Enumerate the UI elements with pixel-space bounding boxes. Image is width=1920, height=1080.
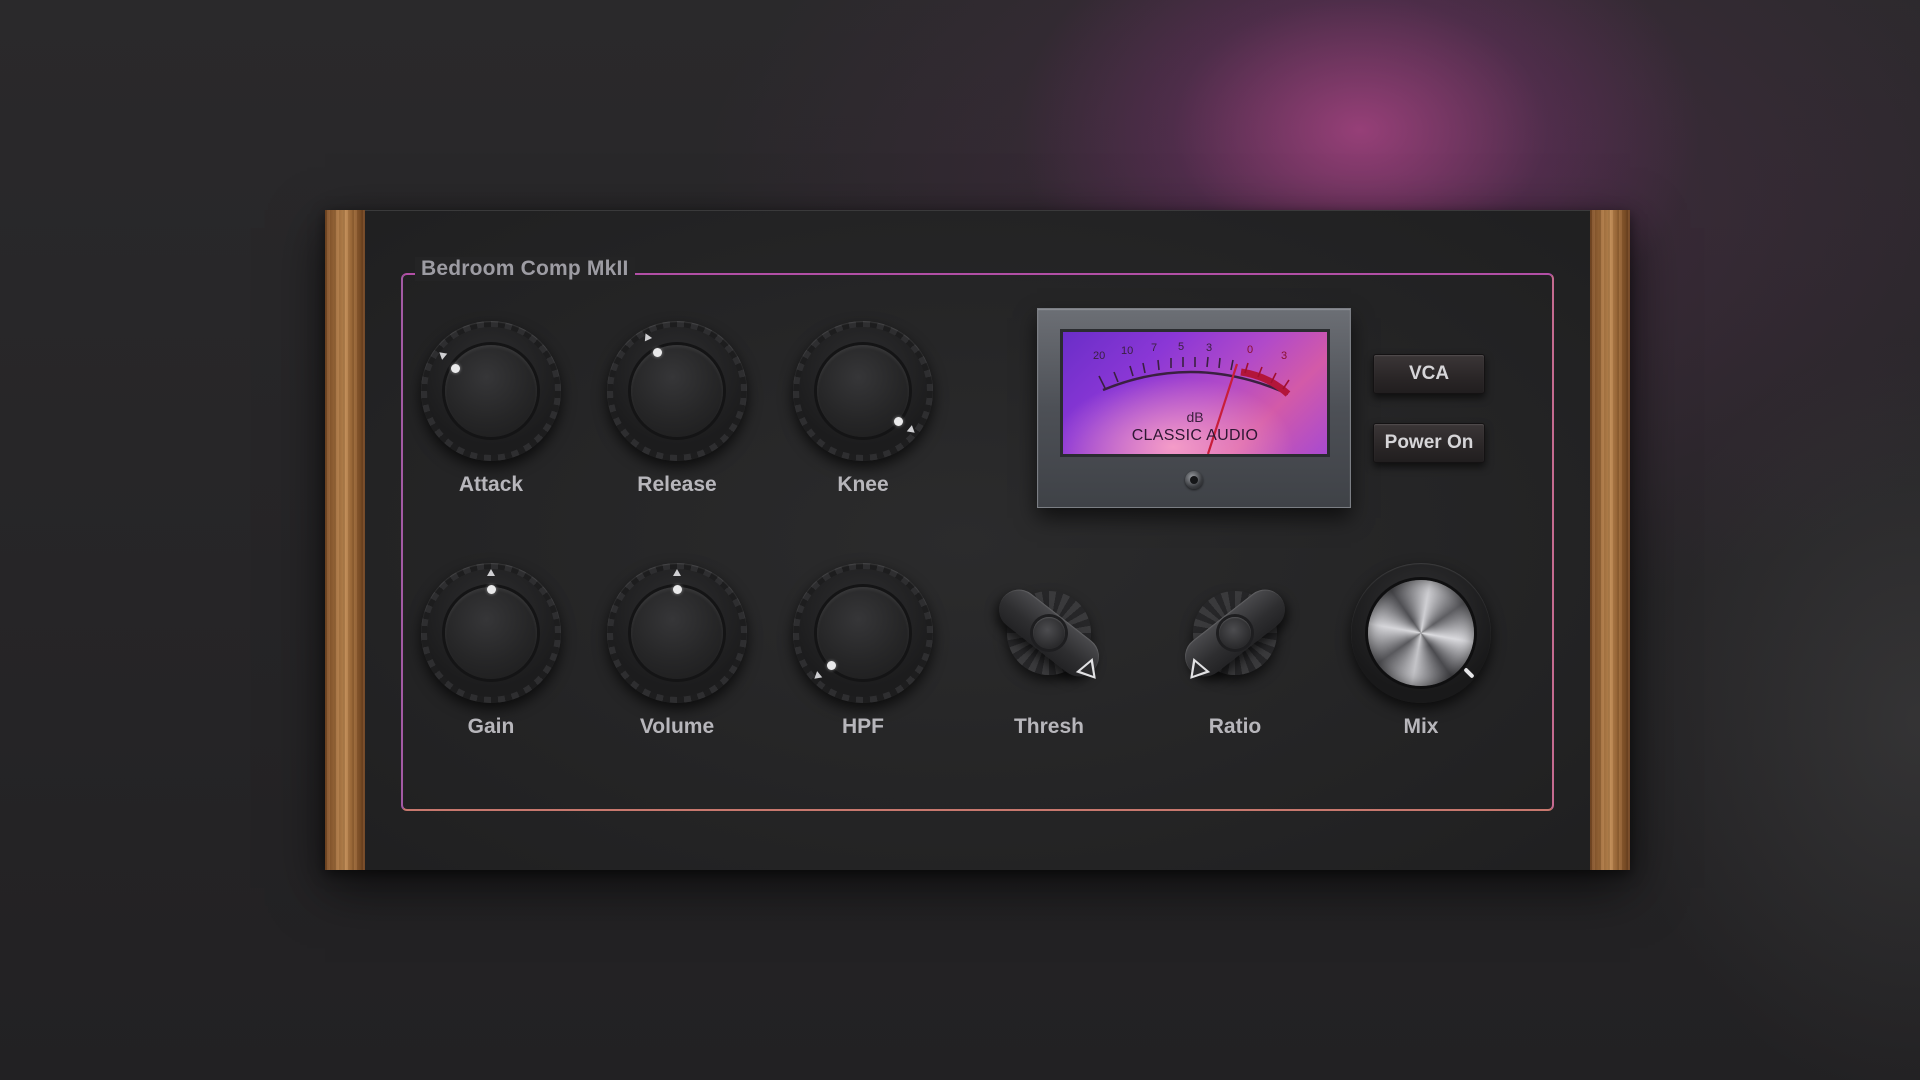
volume-knob[interactable]: [607, 563, 747, 703]
thresh-label: Thresh: [1013, 715, 1084, 738]
knob-indicator-dot: [673, 585, 682, 594]
vu-unit-label: dB: [1186, 409, 1204, 425]
release-label: Release: [637, 473, 717, 496]
knob-indicator-dot: [487, 585, 496, 594]
volume-label: Volume: [639, 715, 715, 738]
gain-label: Gain: [467, 715, 515, 738]
vu-brand-label: CLASSIC AUDIO: [1131, 427, 1259, 444]
power-on-button[interactable]: Power On: [1373, 423, 1485, 463]
hpf-knob[interactable]: [793, 563, 933, 703]
knob-indicator-dot: [894, 417, 903, 426]
device-name: Bedroom Comp MkII: [415, 257, 635, 281]
mix-label: Mix: [1403, 715, 1439, 738]
knob-indicator-dot: [451, 364, 460, 373]
faceplate: Bedroom Comp MkII Attack Release Knee 20…: [365, 210, 1590, 870]
mix-knob[interactable]: [1351, 563, 1491, 703]
right-wood-side-panel: [1590, 210, 1630, 870]
ratio-selector-knob[interactable]: [1165, 563, 1305, 703]
ratio-label: Ratio: [1208, 715, 1262, 738]
left-wood-side-panel: [325, 210, 365, 870]
knob-indicator-tick: [673, 569, 681, 576]
knob-indicator-dot: [827, 661, 836, 670]
knob-indicator-tick: [487, 569, 495, 576]
vu-meter: 20 10 7 5 3 0 3 dB CLASSIC AUDIO: [1037, 308, 1351, 508]
gain-knob[interactable]: [421, 563, 561, 703]
vu-scale-labels: 20 10 7 5 3 0 3: [1093, 341, 1288, 362]
zero-adjust-screw-icon[interactable]: [1185, 471, 1203, 489]
release-knob[interactable]: [607, 321, 747, 461]
compressor-rack-unit: Bedroom Comp MkII Attack Release Knee 20…: [325, 210, 1630, 870]
attack-knob[interactable]: [421, 321, 561, 461]
plugin-window: Bedroom Comp MkII Attack Release Knee 20…: [0, 0, 1920, 1080]
vca-button[interactable]: VCA: [1373, 354, 1485, 394]
knob-indicator-dot: [653, 348, 662, 357]
vu-meter-face: 20 10 7 5 3 0 3 dB CLASSIC AUDIO: [1060, 329, 1330, 457]
knee-label: Knee: [837, 473, 889, 496]
knee-knob[interactable]: [793, 321, 933, 461]
hpf-label: HPF: [842, 715, 884, 738]
thresh-selector-knob[interactable]: [979, 563, 1119, 703]
attack-label: Attack: [458, 473, 524, 496]
metal-knob-icon: [1368, 580, 1474, 686]
